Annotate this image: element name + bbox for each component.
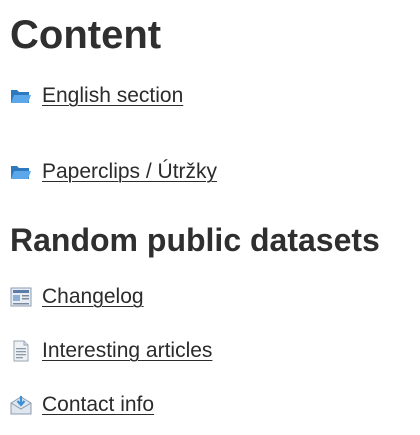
folder-icon <box>10 85 32 107</box>
link-paperclips-label[interactable]: Paperclips / Útržky <box>42 160 217 184</box>
document-icon <box>10 340 32 362</box>
incoming-mail-icon <box>10 394 32 416</box>
newspaper-icon <box>10 286 32 308</box>
link-paperclips[interactable]: Paperclips / Útržky <box>10 159 217 185</box>
link-changelog[interactable]: Changelog <box>10 284 144 310</box>
link-english-section[interactable]: English section <box>10 83 183 109</box>
content-heading: Content <box>10 13 162 57</box>
link-interesting-articles-label[interactable]: Interesting articles <box>42 339 212 363</box>
link-changelog-label[interactable]: Changelog <box>42 285 144 309</box>
datasets-heading: Random public datasets <box>10 222 380 258</box>
link-contact-info[interactable]: Contact info <box>10 392 154 418</box>
link-contact-info-label[interactable]: Contact info <box>42 393 154 417</box>
link-english-section-label[interactable]: English section <box>42 84 183 108</box>
link-interesting-articles[interactable]: Interesting articles <box>10 338 212 364</box>
folder-icon <box>10 161 32 183</box>
